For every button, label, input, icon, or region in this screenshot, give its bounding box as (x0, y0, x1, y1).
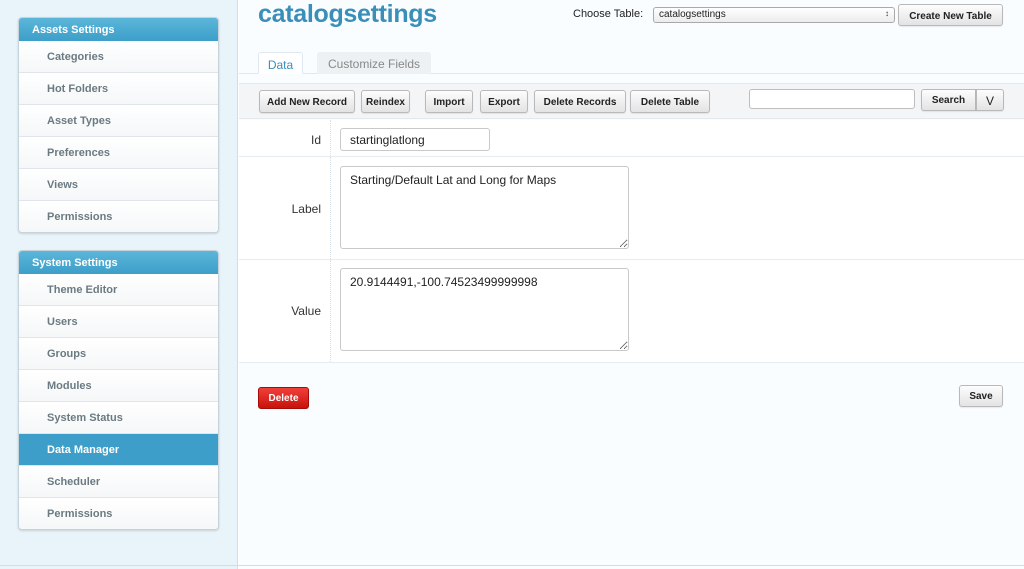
reindex-button[interactable]: Reindex (361, 90, 410, 113)
row-divider (330, 157, 331, 259)
sidebar-item-users[interactable]: Users (19, 305, 218, 337)
create-new-table-button[interactable]: Create New Table (898, 4, 1003, 26)
sidebar-item-theme-editor[interactable]: Theme Editor (19, 274, 218, 305)
form-row-label: Label Starting/Default Lat and Long for … (239, 157, 1024, 260)
sidebar-item-views[interactable]: Views (19, 168, 218, 200)
sidebar: Assets Settings Categories Hot Folders A… (0, 0, 238, 569)
save-button[interactable]: Save (959, 385, 1003, 407)
search-options-toggle[interactable]: V (976, 89, 1004, 111)
sidebar-item-groups[interactable]: Groups (19, 337, 218, 369)
search-button[interactable]: Search (921, 89, 976, 111)
delete-button[interactable]: Delete (258, 387, 309, 409)
row-divider (330, 260, 331, 362)
label-field[interactable]: Starting/Default Lat and Long for Maps (340, 166, 629, 249)
sidebar-item-system-permissions[interactable]: Permissions (19, 497, 218, 529)
label-label: Label (291, 202, 321, 216)
sidebar-item-categories[interactable]: Categories (19, 41, 218, 72)
choose-table-label: Choose Table: (573, 8, 644, 20)
sidebar-item-modules[interactable]: Modules (19, 369, 218, 401)
system-settings-header: System Settings (19, 251, 218, 274)
page-title: catalogsettings (258, 0, 437, 28)
form-row-id: Id (239, 120, 1024, 157)
select-arrows-icon: ↕ (885, 9, 889, 18)
table-select-value: catalogsettings (659, 9, 726, 20)
sidebar-item-preferences[interactable]: Preferences (19, 136, 218, 168)
search-input[interactable] (749, 89, 915, 109)
table-select[interactable]: catalogsettings ↕ (653, 7, 895, 23)
sidebar-item-asset-types[interactable]: Asset Types (19, 104, 218, 136)
toolbar: Add New Record Reindex Import Export Del… (239, 83, 1024, 119)
sidebar-item-system-status[interactable]: System Status (19, 401, 218, 433)
main-content: catalogsettings Choose Table: catalogset… (239, 0, 1024, 569)
record-form: Id Label Starting/Default Lat and Long f… (239, 120, 1024, 363)
form-row-value: Value 20.9144491,-100.74523499999998 (239, 260, 1024, 363)
sidebar-item-hot-folders[interactable]: Hot Folders (19, 72, 218, 104)
assets-settings-header: Assets Settings (19, 18, 218, 41)
system-settings-panel: System Settings Theme Editor Users Group… (18, 250, 219, 530)
sidebar-item-data-manager[interactable]: Data Manager (19, 433, 218, 465)
sidebar-item-asset-permissions[interactable]: Permissions (19, 200, 218, 232)
sidebar-item-scheduler[interactable]: Scheduler (19, 465, 218, 497)
delete-table-button[interactable]: Delete Table (630, 90, 710, 113)
value-label: Value (291, 304, 321, 318)
value-field[interactable]: 20.9144491,-100.74523499999998 (340, 268, 629, 351)
delete-records-button[interactable]: Delete Records (534, 90, 626, 113)
add-new-record-button[interactable]: Add New Record (259, 90, 355, 113)
row-divider (330, 120, 331, 156)
bottom-divider (0, 565, 1024, 566)
export-button[interactable]: Export (480, 90, 528, 113)
assets-settings-panel: Assets Settings Categories Hot Folders A… (18, 17, 219, 233)
tab-customize-fields[interactable]: Customize Fields (317, 52, 431, 74)
id-field[interactable] (340, 128, 490, 151)
tab-data[interactable]: Data (258, 52, 303, 74)
import-button[interactable]: Import (425, 90, 473, 113)
id-label: Id (310, 133, 321, 147)
